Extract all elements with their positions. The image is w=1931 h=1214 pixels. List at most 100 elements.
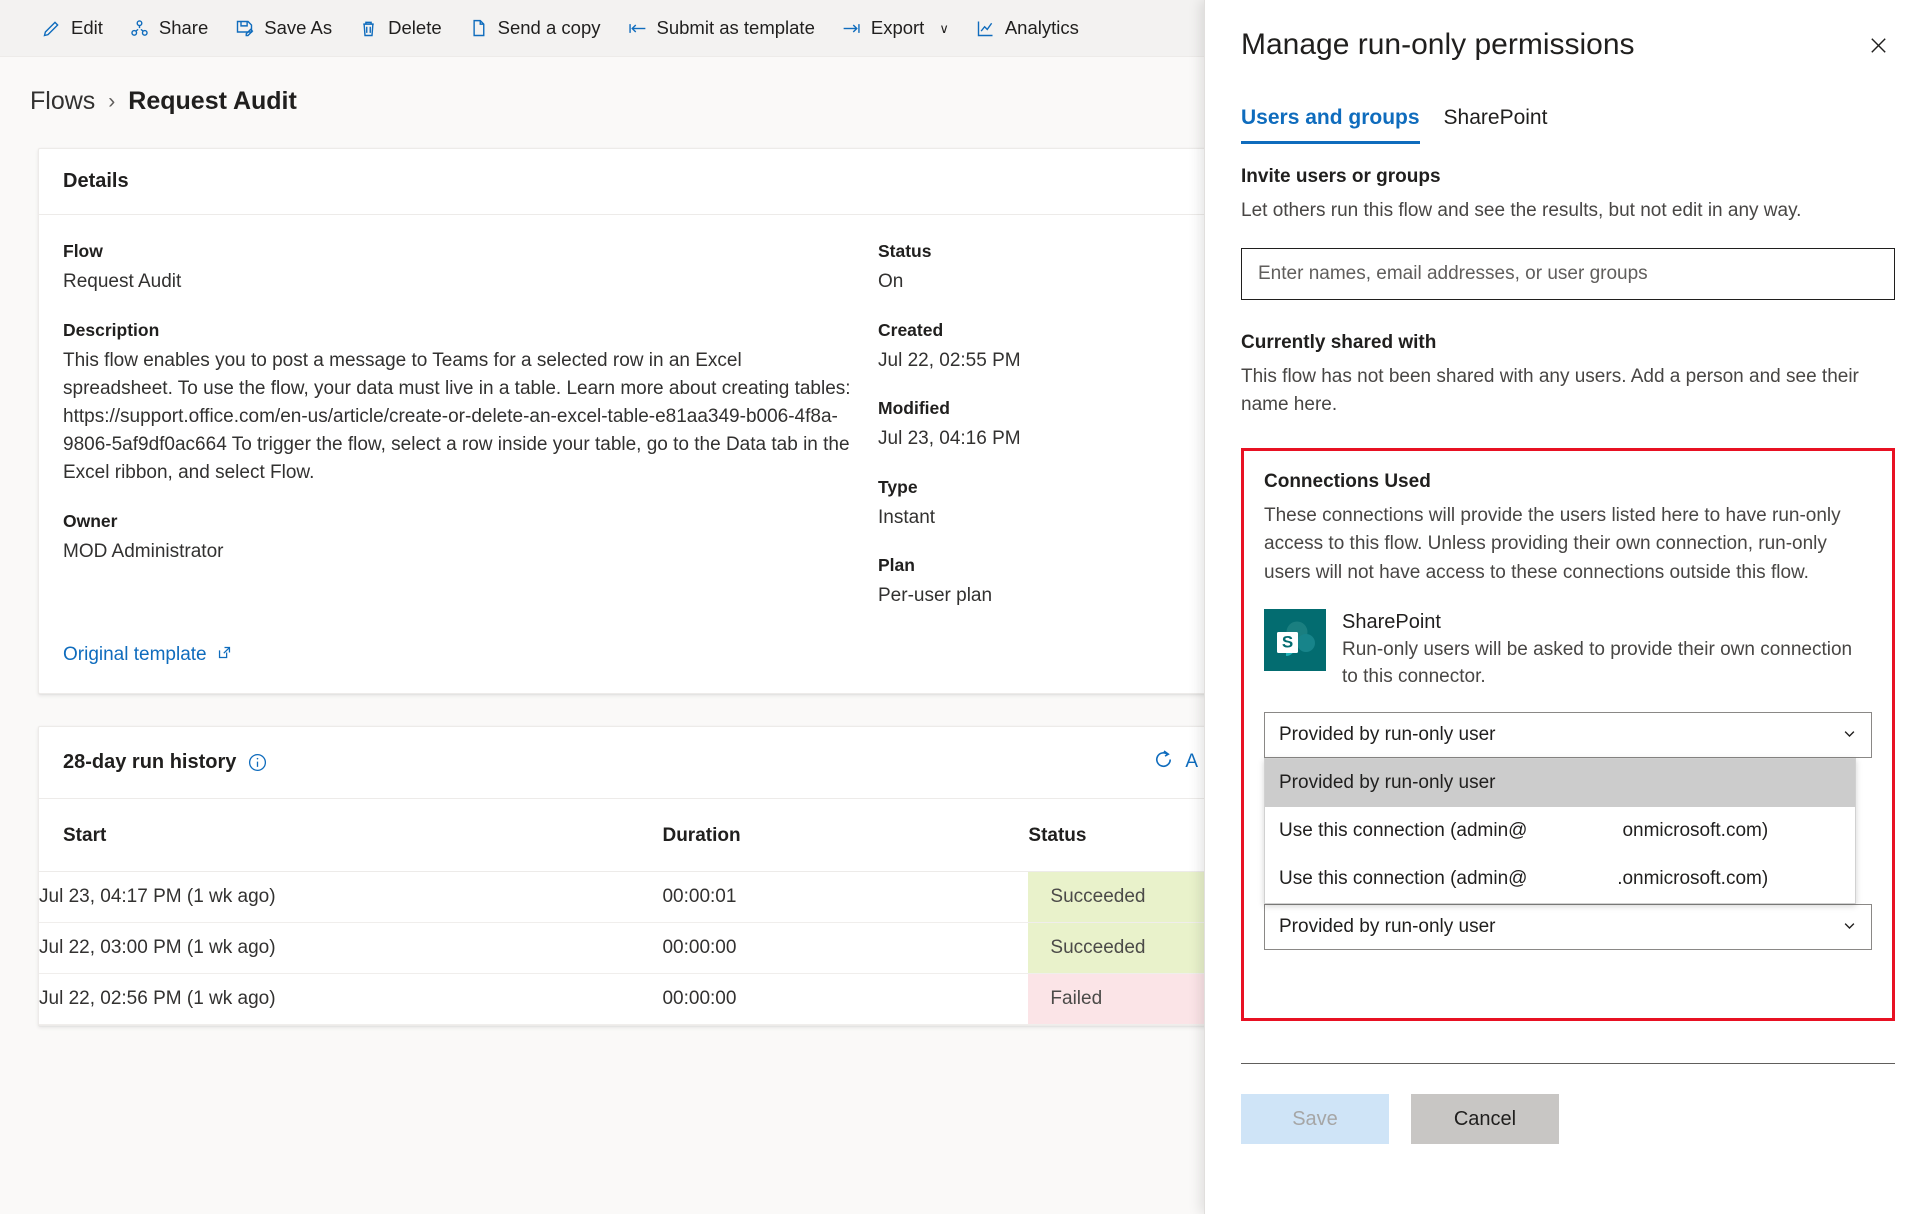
run-history-title: 28-day run history: [63, 751, 268, 774]
svg-text:S: S: [1282, 633, 1293, 652]
panel-actions: Save Cancel: [1241, 1094, 1895, 1145]
chevron-down-icon: [1842, 918, 1857, 937]
table-row[interactable]: Jul 22, 03:00 PM (1 wk ago) 00:00:00 Suc…: [39, 922, 1204, 974]
toolbar-label-save-as: Save As: [264, 16, 333, 38]
breadcrumb-link-flows[interactable]: Flows: [30, 87, 95, 116]
sharepoint-icon: S: [1264, 609, 1326, 671]
field-plan: Plan Per-user plan: [878, 555, 1198, 610]
field-created: Created Jul 22, 02:55 PM: [878, 320, 1198, 375]
connection-select-secondary-value: Provided by run-only user: [1279, 916, 1496, 938]
tab-sharepoint[interactable]: SharePoint: [1444, 106, 1548, 144]
connector-description: Run-only users will be asked to provide …: [1342, 639, 1853, 687]
column-header-start[interactable]: Start: [39, 798, 663, 872]
screen-root: Edit Share Save As Delete Send a copy Su…: [0, 0, 1931, 1214]
connector-info: SharePoint Run-only users will be asked …: [1342, 609, 1872, 690]
connector-row: S SharePoint Run-only users will be aske…: [1264, 609, 1872, 690]
option-provided-by-run-only-user[interactable]: Provided by run-only user: [1265, 759, 1855, 808]
toolbar-button-submit-as-template[interactable]: Submit as template: [614, 12, 828, 45]
connection-select-wrapper: Provided by run-only user Provided by ru…: [1264, 712, 1872, 996]
panel-divider: [1241, 1063, 1895, 1065]
table-row[interactable]: Jul 22, 02:56 PM (1 wk ago) 00:00:00 Fai…: [39, 973, 1204, 1025]
cell-start: Jul 23, 04:17 PM (1 wk ago): [39, 871, 663, 923]
cell-start: Jul 22, 03:00 PM (1 wk ago): [39, 922, 663, 974]
status-badge: Succeeded: [1028, 922, 1204, 973]
chevron-down-icon: ∨: [939, 20, 949, 36]
currently-shared-heading: Currently shared with: [1241, 331, 1437, 353]
cell-start: Jul 22, 02:56 PM (1 wk ago): [39, 973, 663, 1025]
panel-tabs: Users and groups SharePoint: [1241, 106, 1895, 144]
toolbar-label-edit: Edit: [71, 16, 103, 38]
connection-select[interactable]: Provided by run-only user: [1264, 712, 1872, 759]
field-type-label: Type: [878, 476, 918, 497]
toolbar-label-submit-as-template: Submit as template: [656, 16, 815, 38]
field-modified-label: Modified: [878, 398, 950, 419]
field-description: Description This flow enables you to pos…: [63, 320, 854, 488]
cell-status: Succeeded: [1028, 871, 1204, 923]
table-row[interactable]: Jul 23, 04:17 PM (1 wk ago) 00:00:01 Suc…: [39, 871, 1204, 923]
toolbar-label-send-a-copy: Send a copy: [497, 16, 601, 38]
manage-run-only-permissions-panel: Manage run-only permissions Users and gr…: [1204, 0, 1931, 1214]
details-left-column: Flow Request Audit Description This flow…: [63, 241, 878, 634]
invite-users-input[interactable]: [1241, 247, 1895, 300]
toolbar-button-edit[interactable]: Edit: [28, 12, 116, 45]
details-card: Details Flow Request Audit Description T…: [38, 148, 1204, 694]
option-use-this-connection-2[interactable]: Use this connection (admin@ .onmicrosoft…: [1265, 855, 1855, 903]
column-header-duration[interactable]: Duration: [662, 798, 1029, 872]
field-status-label: Status: [878, 241, 932, 261]
cancel-button[interactable]: Cancel: [1411, 1094, 1559, 1145]
connection-select-options: Provided by run-only user Use this conne…: [1264, 758, 1856, 905]
toolbar-button-share[interactable]: Share: [116, 12, 221, 45]
save-as-icon: [234, 18, 255, 39]
field-description-value: This flow enables you to post a message …: [63, 349, 851, 483]
panel-header: Manage run-only permissions: [1241, 0, 1895, 62]
cell-duration: 00:00:00: [662, 922, 1029, 974]
copy-icon: [468, 18, 489, 39]
open-in-new-window-icon: [216, 644, 233, 667]
field-modified: Modified Jul 23, 04:16 PM: [878, 398, 1198, 453]
page-title: Request Audit: [128, 87, 297, 115]
save-button[interactable]: Save: [1241, 1094, 1389, 1145]
flow-detail-page: Edit Share Save As Delete Send a copy Su…: [0, 0, 1204, 1214]
run-history-header: 28-day run history A: [39, 727, 1204, 799]
run-history-table: Start Duration Status Jul 23, 04:17 PM (…: [39, 798, 1204, 1025]
status-badge: Succeeded: [1028, 871, 1204, 922]
cell-status: Succeeded: [1028, 922, 1204, 974]
field-flow: Flow Request Audit: [63, 241, 854, 296]
connections-used-description: These connections will provide the users…: [1264, 504, 1841, 583]
trash-icon: [358, 18, 379, 39]
field-created-value: Jul 22, 02:55 PM: [878, 349, 1021, 371]
field-type: Type Instant: [878, 477, 1198, 532]
toolbar-button-analytics[interactable]: Analytics: [962, 12, 1092, 45]
toolbar-button-export[interactable]: Export ∨: [828, 12, 962, 45]
analytics-icon: [975, 18, 996, 39]
command-bar: Edit Share Save As Delete Send a copy Su…: [0, 0, 1204, 57]
table-header-row: Start Duration Status: [39, 798, 1204, 872]
option-use-this-connection-1[interactable]: Use this connection (admin@ onmicrosoft.…: [1265, 807, 1855, 855]
cell-status: Failed: [1028, 973, 1204, 1025]
field-owner-label: Owner: [63, 511, 118, 532]
info-icon[interactable]: [247, 752, 268, 773]
currently-shared-description: This flow has not been shared with any u…: [1241, 365, 1859, 416]
original-template-link[interactable]: Original template: [63, 644, 233, 667]
toolbar-label-delete: Delete: [388, 16, 442, 38]
field-flow-label: Flow: [63, 241, 103, 261]
connection-select-secondary[interactable]: Provided by run-only user: [1264, 904, 1872, 951]
tab-users-and-groups-label: Users and groups: [1241, 106, 1420, 129]
connections-used-section: Connections Used These connections will …: [1241, 447, 1895, 1022]
connections-used-heading: Connections Used: [1264, 470, 1431, 492]
tab-users-and-groups[interactable]: Users and groups: [1241, 106, 1420, 144]
field-owner: Owner MOD Administrator: [63, 511, 854, 566]
run-history-heading: 28-day run history: [63, 750, 237, 773]
cell-duration: 00:00:00: [662, 973, 1029, 1025]
connection-select-value: Provided by run-only user: [1279, 724, 1496, 746]
details-right-column: Status On Created Jul 22, 02:55 PM Modif…: [878, 241, 1198, 634]
share-icon: [129, 18, 150, 39]
toolbar-button-send-a-copy[interactable]: Send a copy: [455, 12, 614, 45]
toolbar-button-delete[interactable]: Delete: [345, 12, 454, 45]
column-header-status[interactable]: Status: [1028, 798, 1204, 872]
run-history-refresh-button[interactable]: A: [1152, 748, 1198, 777]
field-description-label: Description: [63, 319, 160, 340]
close-icon[interactable]: [1861, 28, 1895, 62]
toolbar-button-save-as[interactable]: Save As: [221, 12, 345, 45]
field-modified-value: Jul 23, 04:16 PM: [878, 428, 1021, 450]
